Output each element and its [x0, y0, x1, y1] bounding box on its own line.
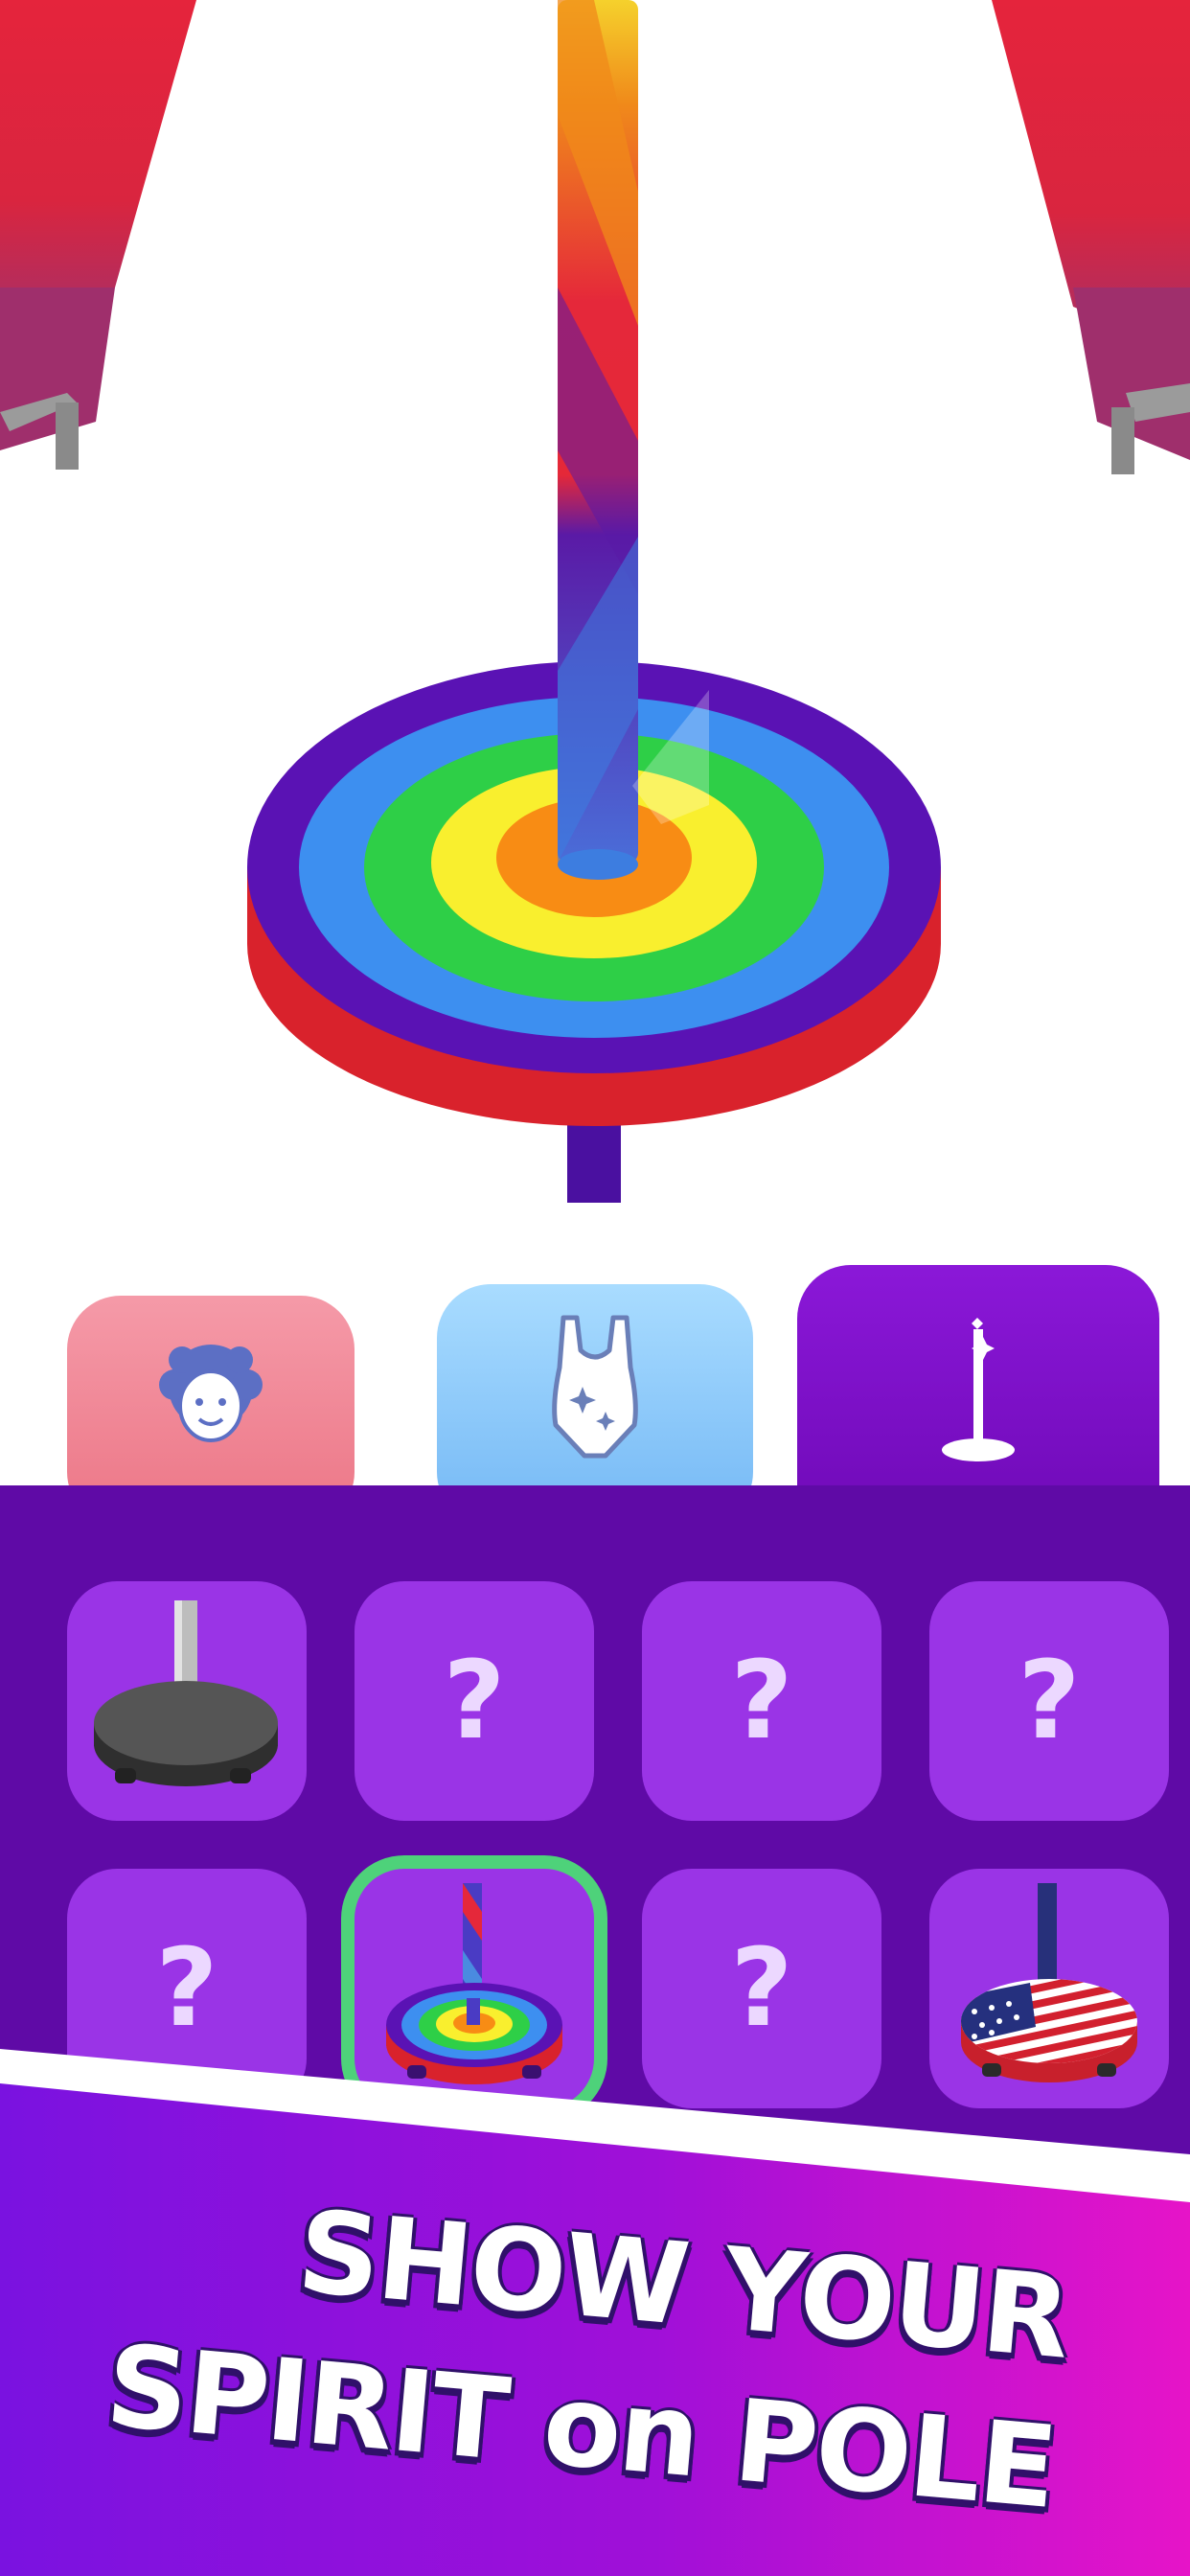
pole-item-locked[interactable]: ? [929, 1581, 1169, 1821]
right-curtain [992, 0, 1190, 474]
locked-question-mark: ? [443, 1639, 506, 1763]
grey-pole-thumbnail [94, 1600, 278, 1786]
category-tabs [0, 1246, 1190, 1552]
pole-preview-stage [0, 0, 1190, 1246]
locked-question-mark: ? [155, 1926, 218, 2051]
locked-question-mark: ? [730, 1926, 793, 2051]
promo-banner: SHOW YOUR SPIRIT on POLE [0, 2041, 1190, 2576]
pole-item-locked[interactable]: ? [355, 1581, 594, 1821]
curly-hair-face-icon [153, 1337, 268, 1456]
pole-stand-icon [935, 1316, 1021, 1473]
pole-item-locked[interactable]: ? [642, 1581, 881, 1821]
rainbow-pole [558, 0, 709, 880]
stage-scene [0, 0, 1190, 1203]
promo-headline: SHOW YOUR SPIRIT on POLE [0, 2041, 1190, 2576]
locked-question-mark: ? [1018, 1639, 1081, 1763]
left-curtain [0, 0, 196, 470]
locked-question-mark: ? [730, 1639, 793, 1763]
leotard-icon [542, 1312, 648, 1469]
pole-item-grey[interactable] [67, 1581, 307, 1821]
